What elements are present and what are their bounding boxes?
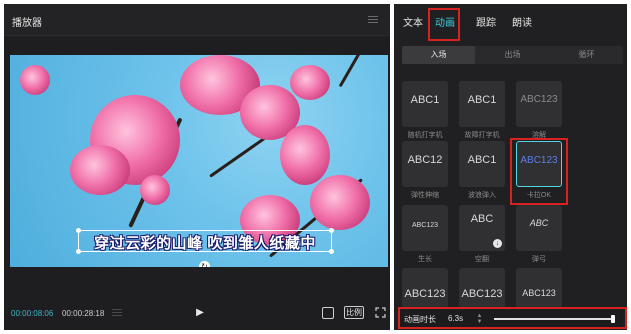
- animation-option[interactable]: ABC1: [402, 81, 448, 127]
- animation-label: 生长: [418, 256, 432, 263]
- animation-option[interactable]: ABC123: [459, 268, 505, 308]
- tab-tracking[interactable]: 跟踪: [476, 14, 496, 29]
- animation-label: 弹弓: [532, 256, 546, 263]
- rotate-icon[interactable]: ↻: [199, 261, 210, 267]
- branch-shape: [338, 55, 372, 88]
- animation-option[interactable]: ABC123: [516, 268, 562, 308]
- subtitle-selection-box[interactable]: 穿过云彩的山峰 吹到雏人纸藏中: [76, 228, 334, 254]
- animation-label: 随机打字机: [407, 132, 443, 139]
- animation-preview: ABC12: [407, 154, 443, 166]
- animation-option[interactable]: ABC123: [402, 205, 448, 251]
- animation-label: 波浪弹入: [468, 192, 496, 199]
- current-time: 00:00:08:06: [11, 309, 54, 318]
- blossom-shape: [20, 65, 50, 95]
- animation-label: 空翻: [475, 256, 489, 263]
- animation-preview: ABC123: [411, 222, 439, 229]
- player-title: 播放器: [12, 18, 42, 29]
- tab-read-aloud[interactable]: 朗读: [512, 14, 532, 29]
- play-button[interactable]: ▶: [194, 307, 206, 319]
- animation-preview: ABC123: [522, 288, 556, 298]
- tab-highlight-box: [428, 8, 460, 41]
- fit-screen-icon[interactable]: [322, 307, 334, 319]
- animation-option[interactable]: ABC123: [516, 81, 562, 127]
- animation-preview: ABC123: [520, 94, 558, 105]
- panel-tabs: 文本 动画 跟踪 朗读: [394, 4, 627, 41]
- subtitle-text[interactable]: 穿过云彩的山峰 吹到雏人纸藏中: [79, 232, 331, 253]
- ratio-button[interactable]: 比例: [344, 306, 364, 319]
- total-time: 00:00:28:18: [62, 309, 105, 318]
- download-icon[interactable]: ↓: [493, 239, 502, 248]
- animation-label: 弹性伸缩: [411, 192, 439, 199]
- playback-controls: 00:00:08:06 00:00:28:18 ▶ 比例: [4, 300, 390, 330]
- blossom-shape: [290, 65, 330, 100]
- animation-option[interactable]: ABC123: [402, 268, 448, 308]
- blossom-shape: [70, 145, 130, 195]
- animation-preview: ABC123: [404, 288, 446, 300]
- blossom-shape: [280, 125, 330, 185]
- animation-preview: ABC123: [461, 288, 503, 300]
- animation-preview: ABC: [470, 213, 494, 225]
- resize-handle[interactable]: [76, 228, 81, 233]
- animation-option[interactable]: ABC1: [459, 141, 505, 187]
- video-preview[interactable]: 穿过云彩的山峰 吹到雏人纸藏中 ↻: [10, 55, 388, 267]
- player-panel: 播放器 穿过云彩的山峰 吹到雏人纸藏中 ↻ 00:00:08:06 00:00:…: [4, 4, 390, 330]
- animation-preview: ABC1: [467, 94, 497, 106]
- fullscreen-icon[interactable]: [375, 307, 386, 318]
- menu-icon[interactable]: [368, 16, 378, 24]
- animation-label: 故障打字机: [464, 132, 500, 139]
- resize-handle[interactable]: [329, 228, 334, 233]
- list-icon[interactable]: [112, 309, 122, 318]
- duration-highlight-box: [398, 307, 627, 329]
- subtab-in[interactable]: 入场: [402, 46, 475, 64]
- tab-text[interactable]: 文本: [403, 14, 423, 29]
- resize-handle[interactable]: [76, 249, 81, 254]
- resize-handle[interactable]: [329, 249, 334, 254]
- selection-highlight-box: [510, 138, 568, 205]
- subtab-loop[interactable]: 循环: [550, 46, 623, 64]
- blossom-shape: [310, 175, 370, 230]
- animation-option[interactable]: ABC12: [402, 141, 448, 187]
- blossom-shape: [140, 175, 170, 205]
- animation-preview: ABC1: [410, 94, 440, 106]
- animation-preview: ABC1: [467, 154, 497, 166]
- animation-type-switcher: 入场 出场 循环: [402, 46, 623, 64]
- animation-option[interactable]: ABC1: [459, 81, 505, 127]
- subtab-out[interactable]: 出场: [476, 46, 549, 64]
- text-properties-panel: 文本 动画 跟踪 朗读 入场 出场 循环 ABC1 随机打字机 ABC1 故障打…: [394, 4, 627, 330]
- animation-option[interactable]: ABC ↓: [459, 205, 505, 251]
- animation-preview: ABC: [529, 218, 549, 228]
- player-header: 播放器: [4, 4, 390, 36]
- animation-option[interactable]: ABC: [516, 205, 562, 251]
